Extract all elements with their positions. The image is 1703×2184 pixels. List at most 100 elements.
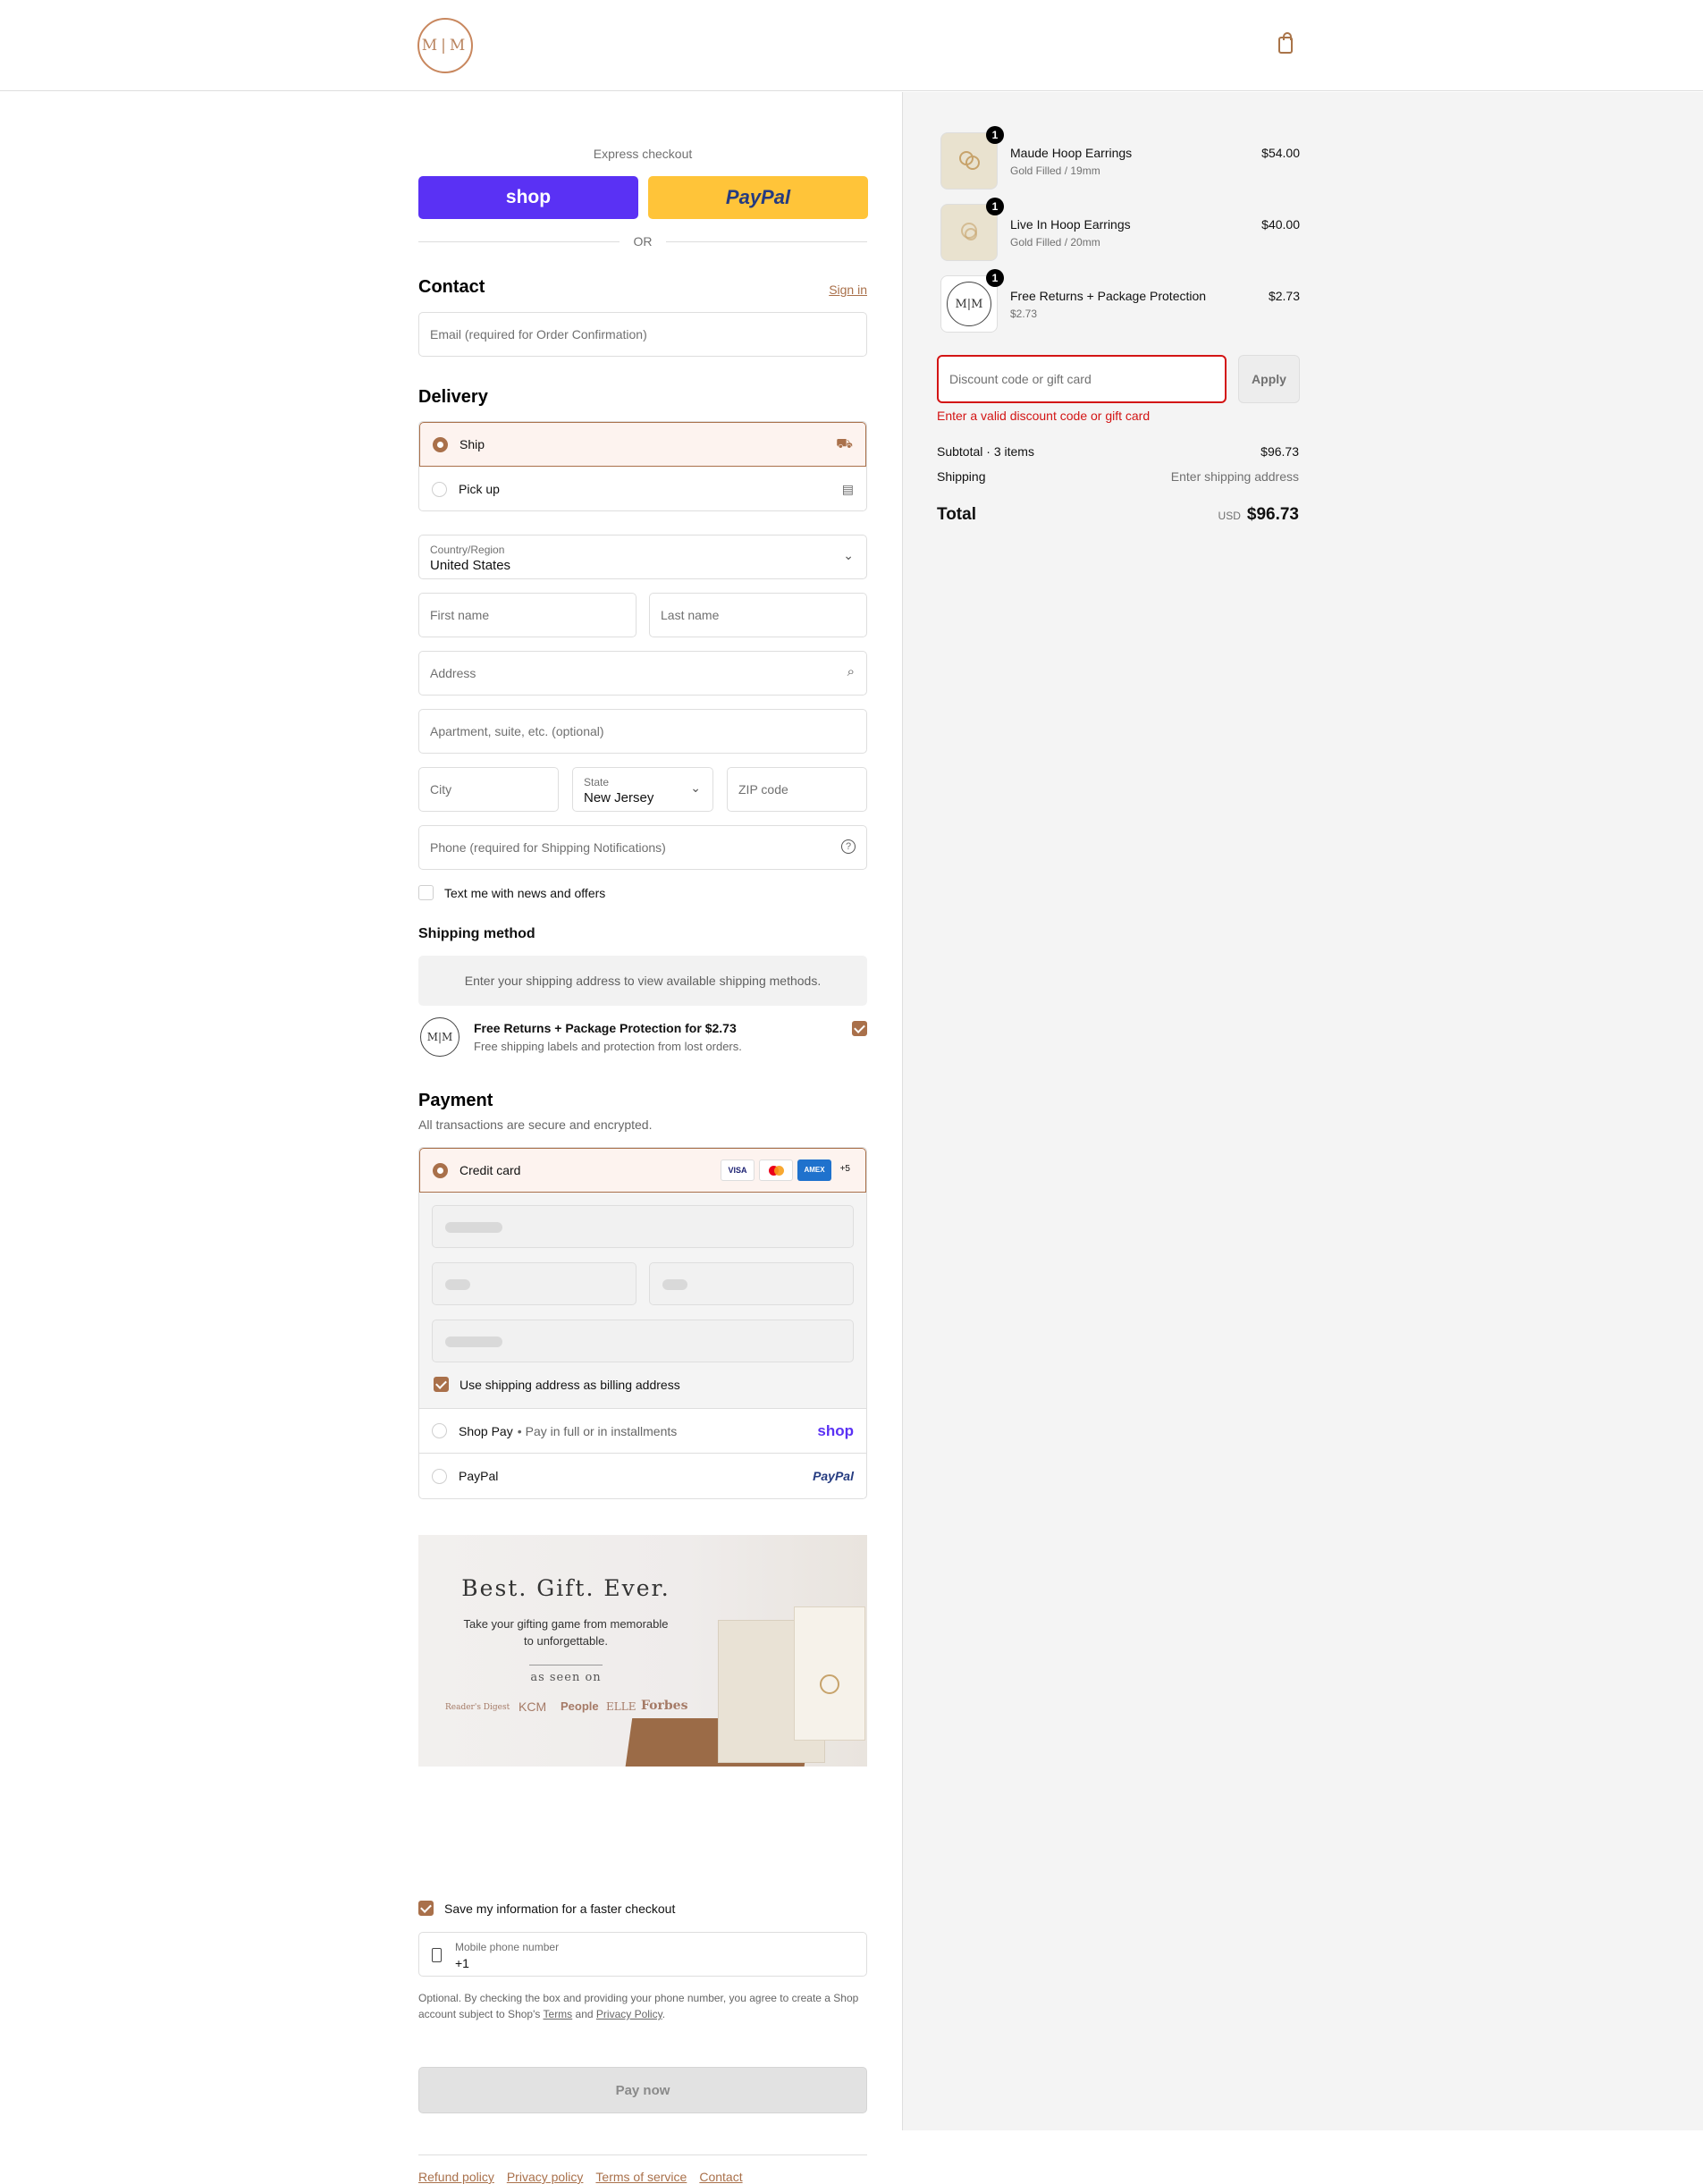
save-info-option[interactable]: Save my information for a faster checkou… <box>418 1901 675 1916</box>
zip-field[interactable]: ZIP code <box>727 767 867 812</box>
amex-icon: AMEX <box>797 1159 831 1181</box>
shop-pay-label: Shop Pay <box>459 1423 513 1438</box>
billing-same-option[interactable]: Use shipping address as billing address <box>434 1377 680 1392</box>
gift-box-card-image <box>794 1606 865 1741</box>
phone-icon <box>432 1948 442 1962</box>
pickup-label: Pick up <box>459 482 500 496</box>
quantity-badge: 1 <box>986 198 1004 215</box>
currency-code: USD <box>1218 510 1241 522</box>
item-variant: $2.73 <box>1010 308 1038 320</box>
shop-pay-separator: • <box>517 1423 522 1438</box>
line-item: M|M 1 Free Returns + Package Protection … <box>939 269 1300 333</box>
country-label: Country/Region <box>430 544 505 556</box>
privacy-policy-footer-link[interactable]: Privacy policy <box>507 2170 584 2184</box>
item-price: $40.00 <box>1261 217 1300 232</box>
site-header: M|M <box>0 0 1703 91</box>
discount-code-field[interactable]: Discount code or gift card <box>937 355 1227 403</box>
paypal-label: PayPal <box>459 1469 499 1483</box>
credit-card-option[interactable]: Credit card VISA AMEX +5 <box>419 1148 866 1193</box>
mastercard-icon <box>759 1159 793 1181</box>
brand-logo[interactable]: M|M <box>417 18 473 73</box>
payment-title: Payment <box>418 1091 493 1110</box>
apply-discount-button[interactable]: Apply <box>1238 355 1300 403</box>
expiry-field[interactable] <box>432 1262 637 1305</box>
legal-and: and <box>575 2008 594 2020</box>
terms-of-service-link[interactable]: Terms of service <box>595 2170 687 2184</box>
item-price: $54.00 <box>1261 146 1300 160</box>
text-offers-option[interactable]: Text me with news and offers <box>418 885 605 900</box>
email-field[interactable]: Email (required for Order Confirmation) <box>418 312 867 357</box>
billing-same-checkbox[interactable] <box>434 1377 449 1392</box>
refund-policy-link[interactable]: Refund policy <box>418 2170 494 2184</box>
billing-same-label: Use shipping address as billing address <box>459 1377 680 1392</box>
total-value: $96.73 <box>1246 505 1299 524</box>
item-variant: Gold Filled / 19mm <box>1010 164 1100 177</box>
paypal-button[interactable]: PayPal <box>648 176 868 219</box>
quantity-badge: 1 <box>986 269 1004 287</box>
contact-title: Contact <box>418 277 485 297</box>
help-icon[interactable]: ? <box>841 839 856 854</box>
item-price: $2.73 <box>1268 289 1300 303</box>
elle-logo: ELLE <box>606 1700 637 1713</box>
shop-pay-radio[interactable] <box>432 1423 447 1438</box>
shipping-value: Enter shipping address <box>1170 469 1299 484</box>
readers-digest-logo: Reader's Digest <box>445 1703 510 1712</box>
terms-link[interactable]: Terms <box>544 2008 573 2020</box>
phone-field[interactable]: Phone (required for Shipping Notificatio… <box>418 825 867 870</box>
first-name-field[interactable]: First name <box>418 593 637 637</box>
sign-in-link[interactable]: Sign in <box>829 282 867 297</box>
pay-now-button[interactable]: Pay now <box>418 2067 867 2113</box>
search-icon[interactable]: ⌕ <box>847 664 855 679</box>
paypal-option[interactable]: PayPal PayPal <box>419 1454 866 1498</box>
card-number-field[interactable] <box>432 1205 854 1248</box>
state-select[interactable]: State New Jersey ⌄ <box>572 767 713 812</box>
credit-card-radio[interactable] <box>433 1162 448 1178</box>
mobile-phone-prefix: +1 <box>455 1956 469 1970</box>
shipping-method-title: Shipping method <box>418 926 535 941</box>
text-offers-checkbox[interactable] <box>418 885 434 900</box>
card-details-panel: Use shipping address as billing address <box>419 1193 866 1409</box>
legal-line-1: Optional. By checking the box and provid… <box>418 1992 859 2004</box>
protection-checkbox[interactable] <box>852 1021 867 1036</box>
payment-subtitle: All transactions are secure and encrypte… <box>418 1117 653 1132</box>
legal-period: . <box>662 2008 666 2020</box>
shop-pay-button[interactable]: shop <box>418 176 638 219</box>
shop-pay-note: Pay in full or in installments <box>525 1423 678 1438</box>
ship-radio[interactable] <box>433 436 448 452</box>
contact-link[interactable]: Contact <box>699 2170 742 2184</box>
country-select[interactable]: Country/Region United States ⌄ <box>418 535 867 579</box>
country-value: United States <box>430 558 511 573</box>
shop-pay-option[interactable]: Shop Pay • Pay in full or in installment… <box>419 1409 866 1454</box>
seen-on-label: as seen on <box>530 1671 602 1684</box>
shopping-bag-icon[interactable] <box>1278 32 1293 54</box>
name-on-card-field[interactable] <box>432 1320 854 1362</box>
package-protection: M|M Free Returns + Package Protection fo… <box>418 1016 867 1067</box>
item-name: Live In Hoop Earrings <box>1010 217 1131 232</box>
address-field[interactable]: Address ⌕ <box>418 651 867 696</box>
delivery-options: Ship ⛟ Pick up ▤ <box>418 421 867 511</box>
paypal-logo: PayPal <box>813 1469 854 1483</box>
line-item: 1 Live In Hoop Earrings Gold Filled / 20… <box>939 198 1300 261</box>
last-name-field[interactable]: Last name <box>649 593 867 637</box>
subtotal-value: $96.73 <box>1260 444 1299 459</box>
save-info-checkbox[interactable] <box>418 1901 434 1916</box>
security-code-field[interactable] <box>649 1262 854 1305</box>
city-field[interactable]: City <box>418 767 559 812</box>
text-offers-label: Text me with news and offers <box>444 885 606 900</box>
mobile-phone-field[interactable]: Mobile phone number +1 <box>418 1932 867 1977</box>
product-image: 1 <box>940 126 1004 190</box>
phone-placeholder: Phone (required for Shipping Notificatio… <box>430 840 666 855</box>
ship-option[interactable]: Ship ⛟ <box>419 422 866 467</box>
pickup-option[interactable]: Pick up ▤ <box>419 467 866 510</box>
pickup-radio[interactable] <box>432 481 447 497</box>
save-info-label: Save my information for a faster checkou… <box>444 1901 676 1916</box>
privacy-policy-link[interactable]: Privacy Policy <box>596 2008 662 2020</box>
shipping-label: Shipping <box>937 469 986 484</box>
forbes-logo: Forbes <box>641 1699 688 1713</box>
or-divider: OR <box>418 234 867 249</box>
apartment-field[interactable]: Apartment, suite, etc. (optional) <box>418 709 867 754</box>
legal-line-2: account subject to Shop's <box>418 2008 541 2020</box>
protection-title: Free Returns + Package Protection for $2… <box>474 1021 737 1035</box>
total-amount: USD $96.73 <box>1218 505 1299 525</box>
paypal-radio[interactable] <box>432 1468 447 1484</box>
